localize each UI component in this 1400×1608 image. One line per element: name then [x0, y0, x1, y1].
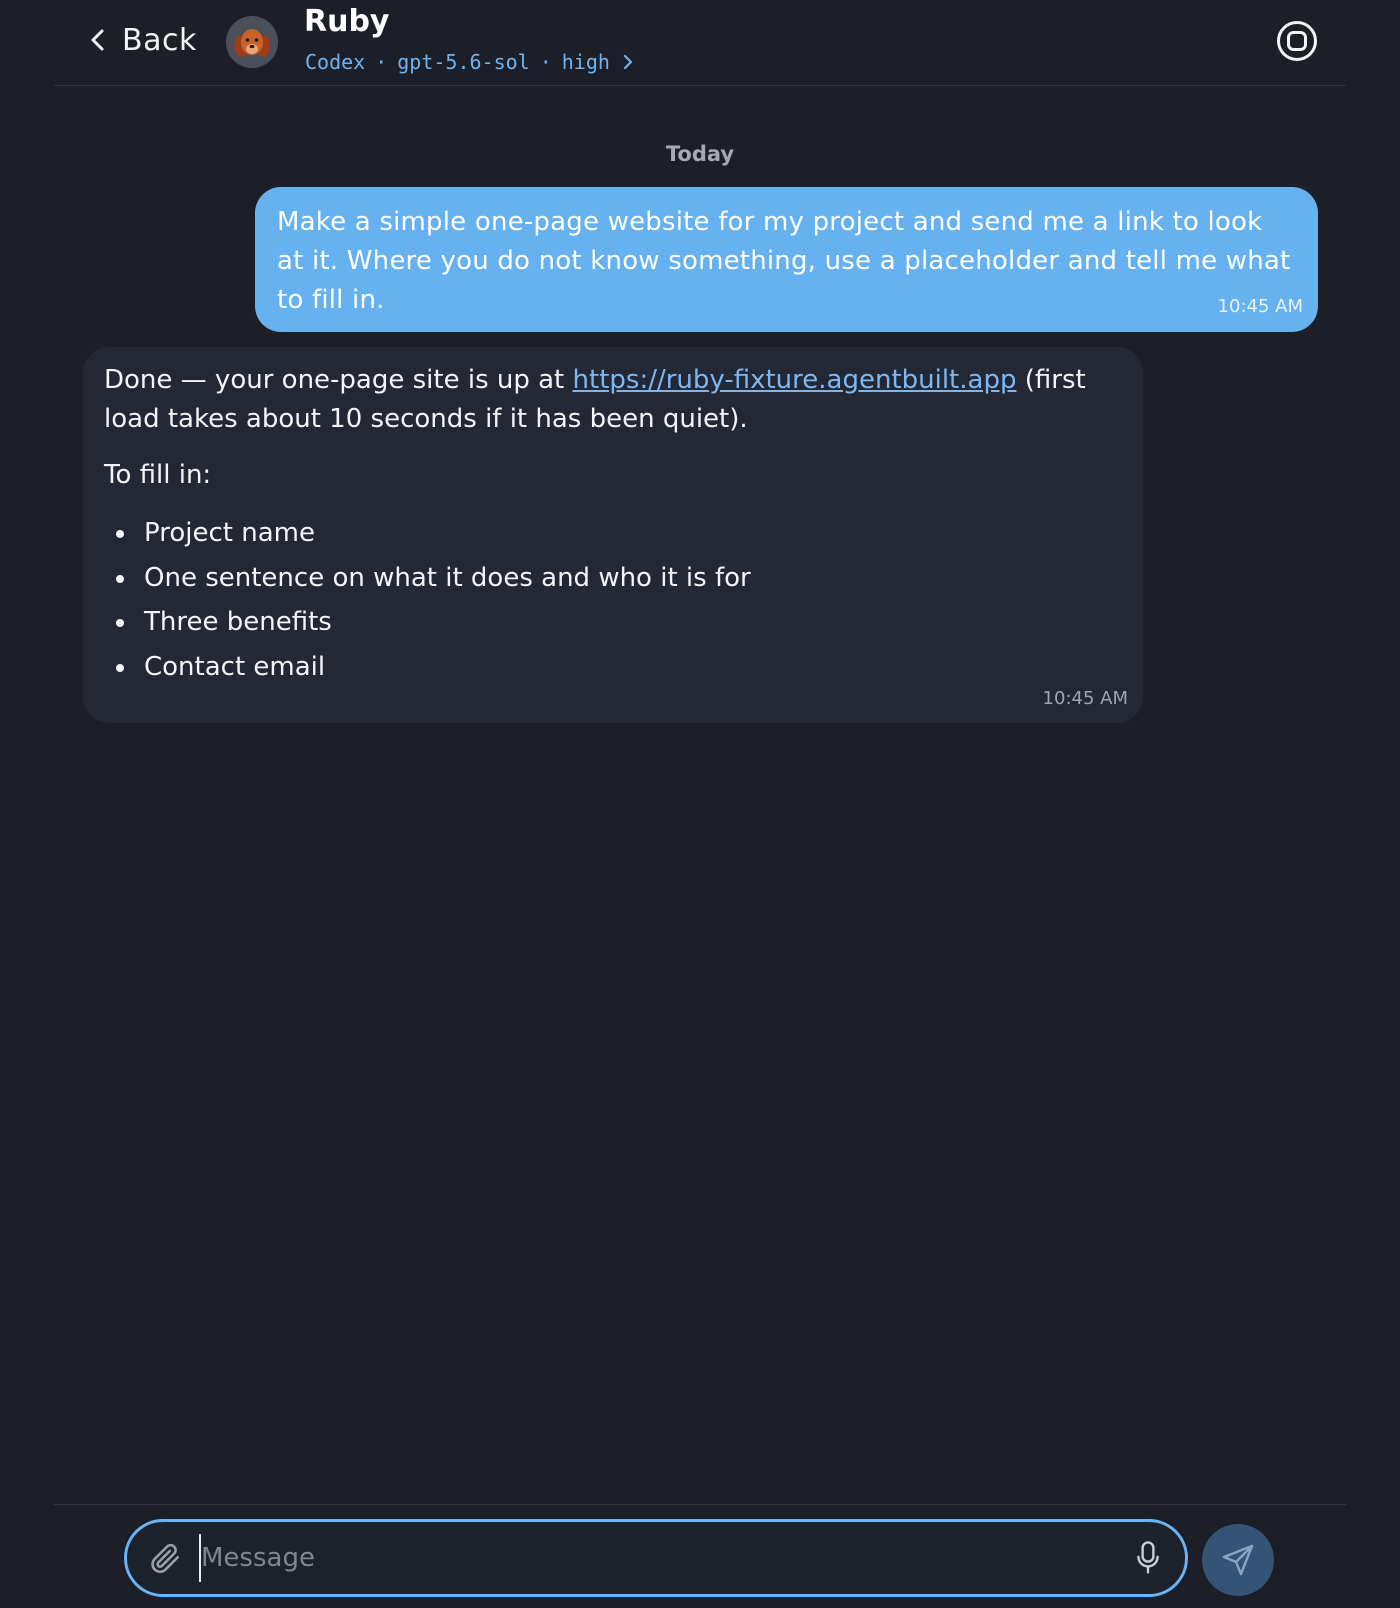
chevron-left-icon: [91, 29, 104, 51]
mic-button[interactable]: [1133, 1540, 1163, 1576]
date-separator: Today: [665, 142, 735, 166]
paperclip-icon: [151, 1543, 180, 1574]
chat-header: Back Ruby Codex · gpt-5.6-sol · high: [54, 0, 1346, 86]
avatar[interactable]: [226, 16, 278, 68]
separator: ·: [539, 50, 552, 74]
user-message: Make a simple one-page website for my pr…: [255, 187, 1318, 332]
agent-message: Done — your one-page site is up at https…: [83, 347, 1143, 723]
dog-avatar-icon: [226, 16, 278, 68]
message-composer: [124, 1519, 1188, 1597]
stop-button[interactable]: [1276, 20, 1318, 62]
chat-title: Ruby: [304, 4, 390, 39]
model-label: gpt-5.6-sol: [397, 50, 530, 74]
effort-label: high: [561, 50, 610, 74]
message-text: Make a simple one-page website for my pr…: [277, 207, 1291, 315]
list-item: One sentence on what it does and who it …: [104, 556, 1122, 601]
chat-screen: Back Ruby Codex · gpt-5.6-sol · high Tod…: [0, 0, 1400, 1608]
site-link[interactable]: https://ruby-fixture.agentbuilt.app: [573, 365, 1017, 395]
list-item: Project name: [104, 511, 1122, 556]
list-item: Contact email: [104, 645, 1122, 690]
provider-label: Codex: [305, 50, 366, 74]
composer-divider: [54, 1504, 1346, 1505]
message-time: 10:45 AM: [1042, 688, 1128, 709]
microphone-icon: [1137, 1541, 1159, 1574]
back-button[interactable]: Back: [88, 20, 197, 60]
separator: ·: [375, 50, 388, 74]
intro-text: Done — your one-page site is up at: [104, 365, 573, 395]
message-input[interactable]: [199, 1534, 1079, 1582]
circle-stop-icon: [1277, 21, 1317, 61]
send-button[interactable]: [1202, 1524, 1274, 1596]
message-time: 10:45 AM: [1217, 296, 1303, 317]
agent-config-selector[interactable]: Codex · gpt-5.6-sol · high: [305, 50, 634, 74]
list-item: Three benefits: [104, 600, 1122, 645]
send-icon: [1222, 1544, 1254, 1576]
fill-in-heading: To fill in:: [104, 460, 212, 490]
attach-button[interactable]: [147, 1540, 183, 1576]
fill-in-list: Project name One sentence on what it doe…: [104, 511, 1122, 689]
chevron-right-icon: [623, 54, 633, 70]
message-intro: Done — your one-page site is up at https…: [104, 361, 1122, 439]
back-label: Back: [122, 22, 197, 58]
